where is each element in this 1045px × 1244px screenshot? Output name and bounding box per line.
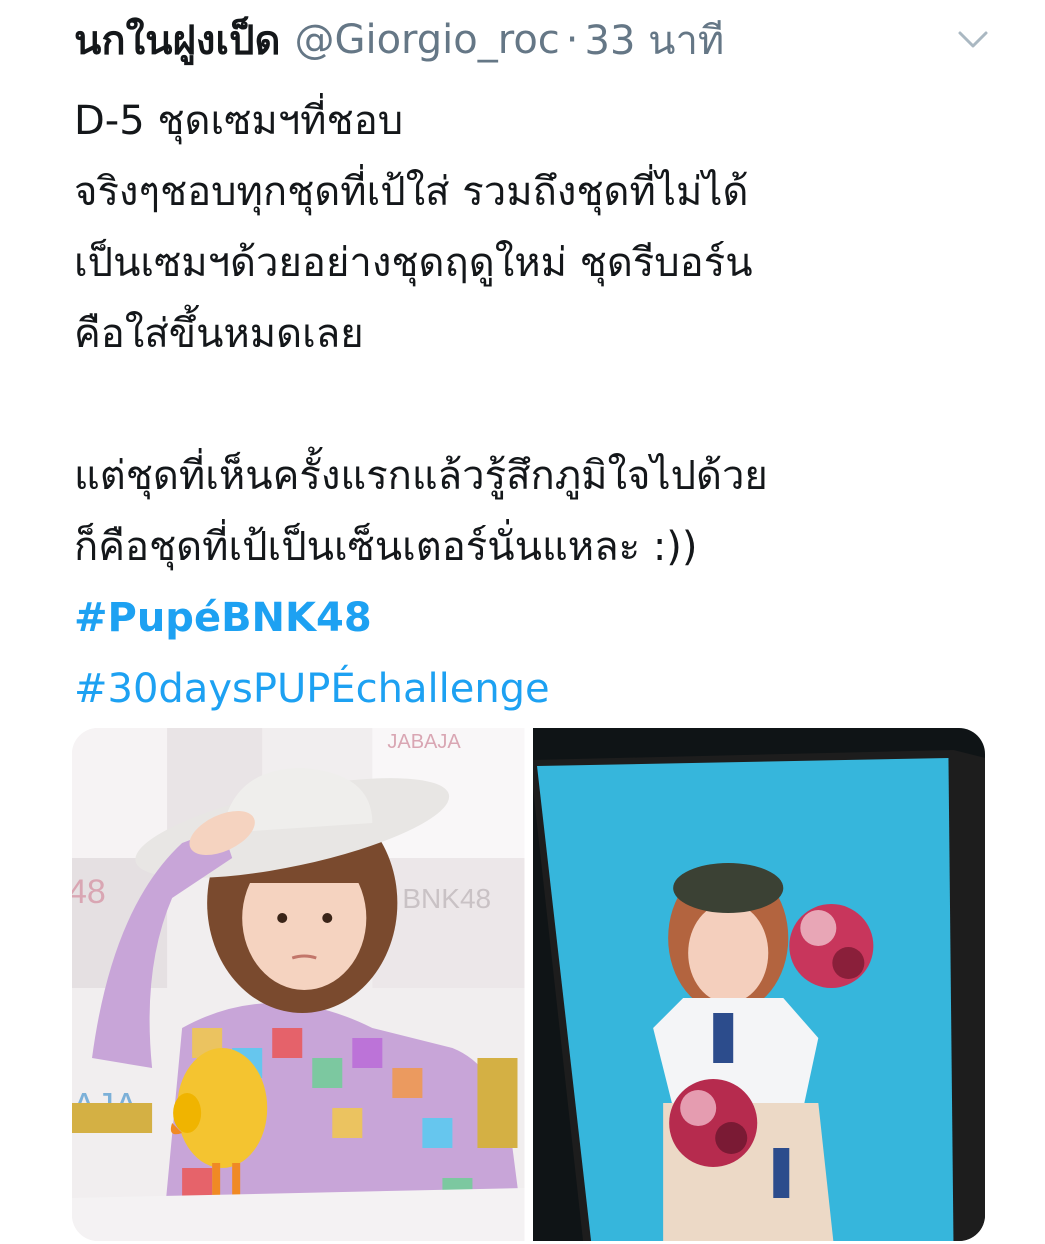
- separator-dot: ·: [565, 17, 579, 63]
- hashtag-link[interactable]: #PupéBNK48: [74, 583, 994, 654]
- text-line: จริงๆชอบทุกชุดที่เป้ใส่ รวมถึงชุดที่ไม่ไ…: [74, 169, 749, 215]
- tweet-text: D-5 ชุดเซมฯที่ชอบ จริงๆชอบทุกชุดที่เป้ใส…: [74, 86, 994, 725]
- backdrop-logo: BNK48: [402, 883, 491, 914]
- chevron-down-icon[interactable]: [956, 24, 990, 54]
- photo-1-image: JABAJA BNK48 48 AJA: [72, 728, 525, 1241]
- text-line: ก็คือชุดที่เป้เป็นเซ็นเตอร์นั่นแหละ :)): [74, 524, 698, 570]
- photo-1[interactable]: JABAJA BNK48 48 AJA: [72, 728, 525, 1241]
- text-line: แต่ชุดที่เห็นครั้งแรกแล้วรู้สึกภูมิใจไปด…: [74, 453, 768, 499]
- tweet-header: นกในฝูงเป็ด @Giorgio_roc · 33 นาที: [74, 14, 724, 66]
- user-handle[interactable]: @Giorgio_roc: [294, 17, 559, 63]
- photo-2[interactable]: [532, 728, 985, 1241]
- display-name[interactable]: นกในฝูงเป็ด: [74, 8, 280, 72]
- backdrop-logo: JABAJA: [387, 731, 461, 753]
- text-line: คือใส่ขึ้นหมดเลย: [74, 311, 364, 357]
- hashtag-link[interactable]: #30daysPUPÉchallenge: [74, 654, 994, 725]
- media-grid: JABAJA BNK48 48 AJA: [72, 728, 985, 1241]
- backdrop-logo: 48: [72, 873, 106, 911]
- tweet: นกในฝูงเป็ด @Giorgio_roc · 33 นาที D-5 ช…: [0, 0, 1045, 1244]
- photo-2-image: [532, 728, 985, 1241]
- timestamp[interactable]: 33 นาที: [585, 8, 725, 72]
- text-line: เป็นเซมฯด้วยอย่างชุดฤดูใหม่ ชุดรีบอร์น: [74, 240, 753, 286]
- text-line: D-5 ชุดเซมฯที่ชอบ: [74, 98, 404, 144]
